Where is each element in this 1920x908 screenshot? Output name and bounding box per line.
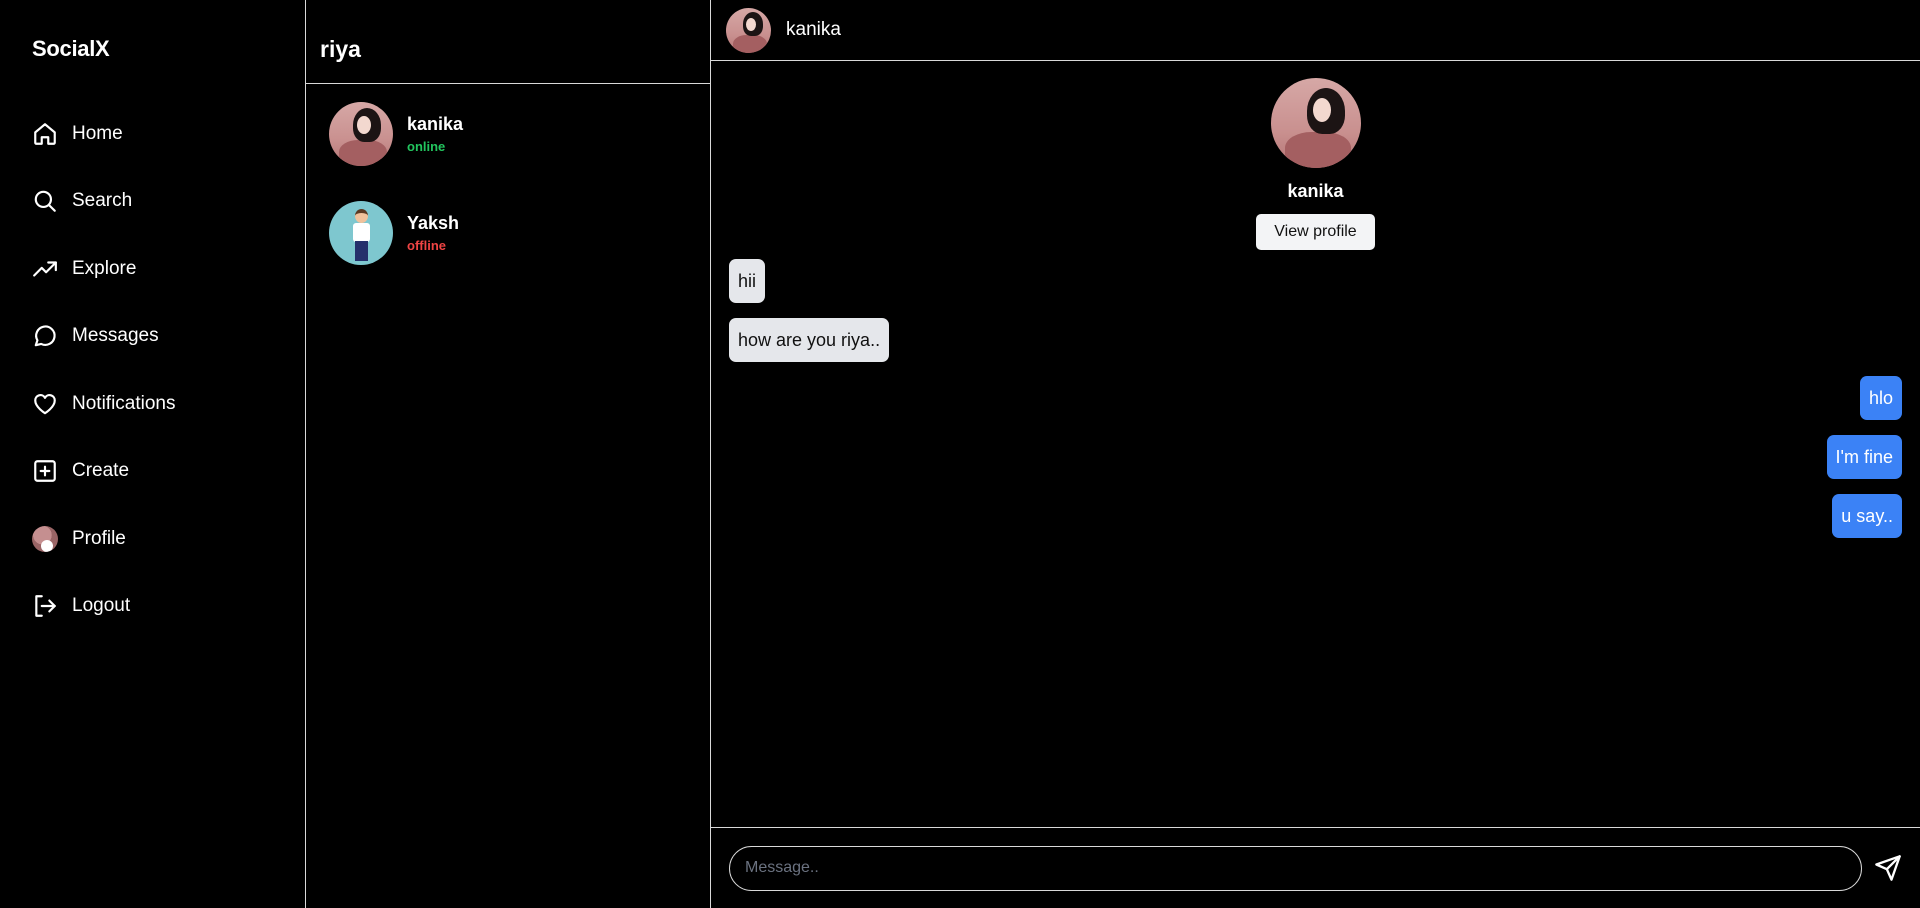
status-offline: offline — [407, 237, 446, 253]
nav-item-logout[interactable]: Logout — [32, 573, 305, 641]
app: SocialX Home Search Explore Messages Not… — [0, 0, 1920, 908]
nav-label: Logout — [72, 595, 131, 617]
nav-item-messages[interactable]: Messages — [32, 303, 305, 371]
avatar — [32, 525, 58, 552]
message-outgoing: hlo — [1859, 376, 1902, 420]
avatar — [329, 101, 393, 166]
current-username: riya — [306, 0, 710, 84]
conversation-item-yaksh[interactable]: Yaksh offline — [306, 183, 710, 282]
message-incoming: how are you riya.. — [729, 318, 890, 362]
message-incoming: hii — [729, 259, 766, 303]
send-icon[interactable] — [1873, 853, 1903, 883]
sidebar: SocialX Home Search Explore Messages Not… — [0, 0, 306, 908]
nav-label: Notifications — [72, 392, 176, 414]
message-input[interactable] — [729, 845, 1862, 891]
conversations-panel: riya kanika online Yaksh offline — [306, 0, 711, 908]
nav-label: Search — [72, 190, 133, 212]
message-outgoing: u say.. — [1832, 494, 1902, 538]
chat-header: kanika — [711, 0, 1920, 61]
nav-item-notifications[interactable]: Notifications — [32, 370, 305, 438]
trending-icon — [32, 256, 58, 282]
chat-panel: kanika kanika View profile hii how are y… — [711, 0, 1920, 908]
nav-label: Messages — [72, 325, 159, 347]
chat-header-name[interactable]: kanika — [786, 19, 841, 41]
nav-label: Create — [72, 460, 130, 482]
message-composer — [711, 827, 1920, 908]
nav-label: Home — [72, 122, 123, 144]
status-online: online — [407, 138, 446, 154]
avatar — [1270, 78, 1361, 168]
nav-item-profile[interactable]: Profile — [32, 505, 305, 573]
plus-square-icon — [32, 458, 58, 484]
profile-name: kanika — [1287, 181, 1344, 201]
nav-item-create[interactable]: Create — [32, 438, 305, 506]
chat-profile-card: kanika View profile — [711, 78, 1920, 250]
nav-item-home[interactable]: Home — [32, 100, 305, 168]
avatar — [329, 200, 393, 265]
nav-item-explore[interactable]: Explore — [32, 235, 305, 303]
logout-icon — [32, 593, 58, 619]
chat-icon — [32, 323, 58, 349]
conversation-item-kanika[interactable]: kanika online — [306, 84, 710, 183]
nav-label: Profile — [72, 527, 126, 549]
avatar[interactable] — [726, 7, 771, 53]
message-outgoing: I'm fine — [1826, 435, 1902, 479]
conversation-name: Yaksh — [407, 212, 460, 233]
heart-icon — [32, 391, 58, 417]
brand-logo[interactable]: SocialX — [32, 36, 305, 62]
view-profile-button[interactable]: View profile — [1256, 214, 1375, 250]
search-icon — [32, 188, 58, 214]
conversation-name: kanika — [407, 113, 464, 134]
nav-label: Explore — [72, 257, 137, 279]
home-icon — [32, 121, 58, 147]
nav-item-search[interactable]: Search — [32, 168, 305, 236]
